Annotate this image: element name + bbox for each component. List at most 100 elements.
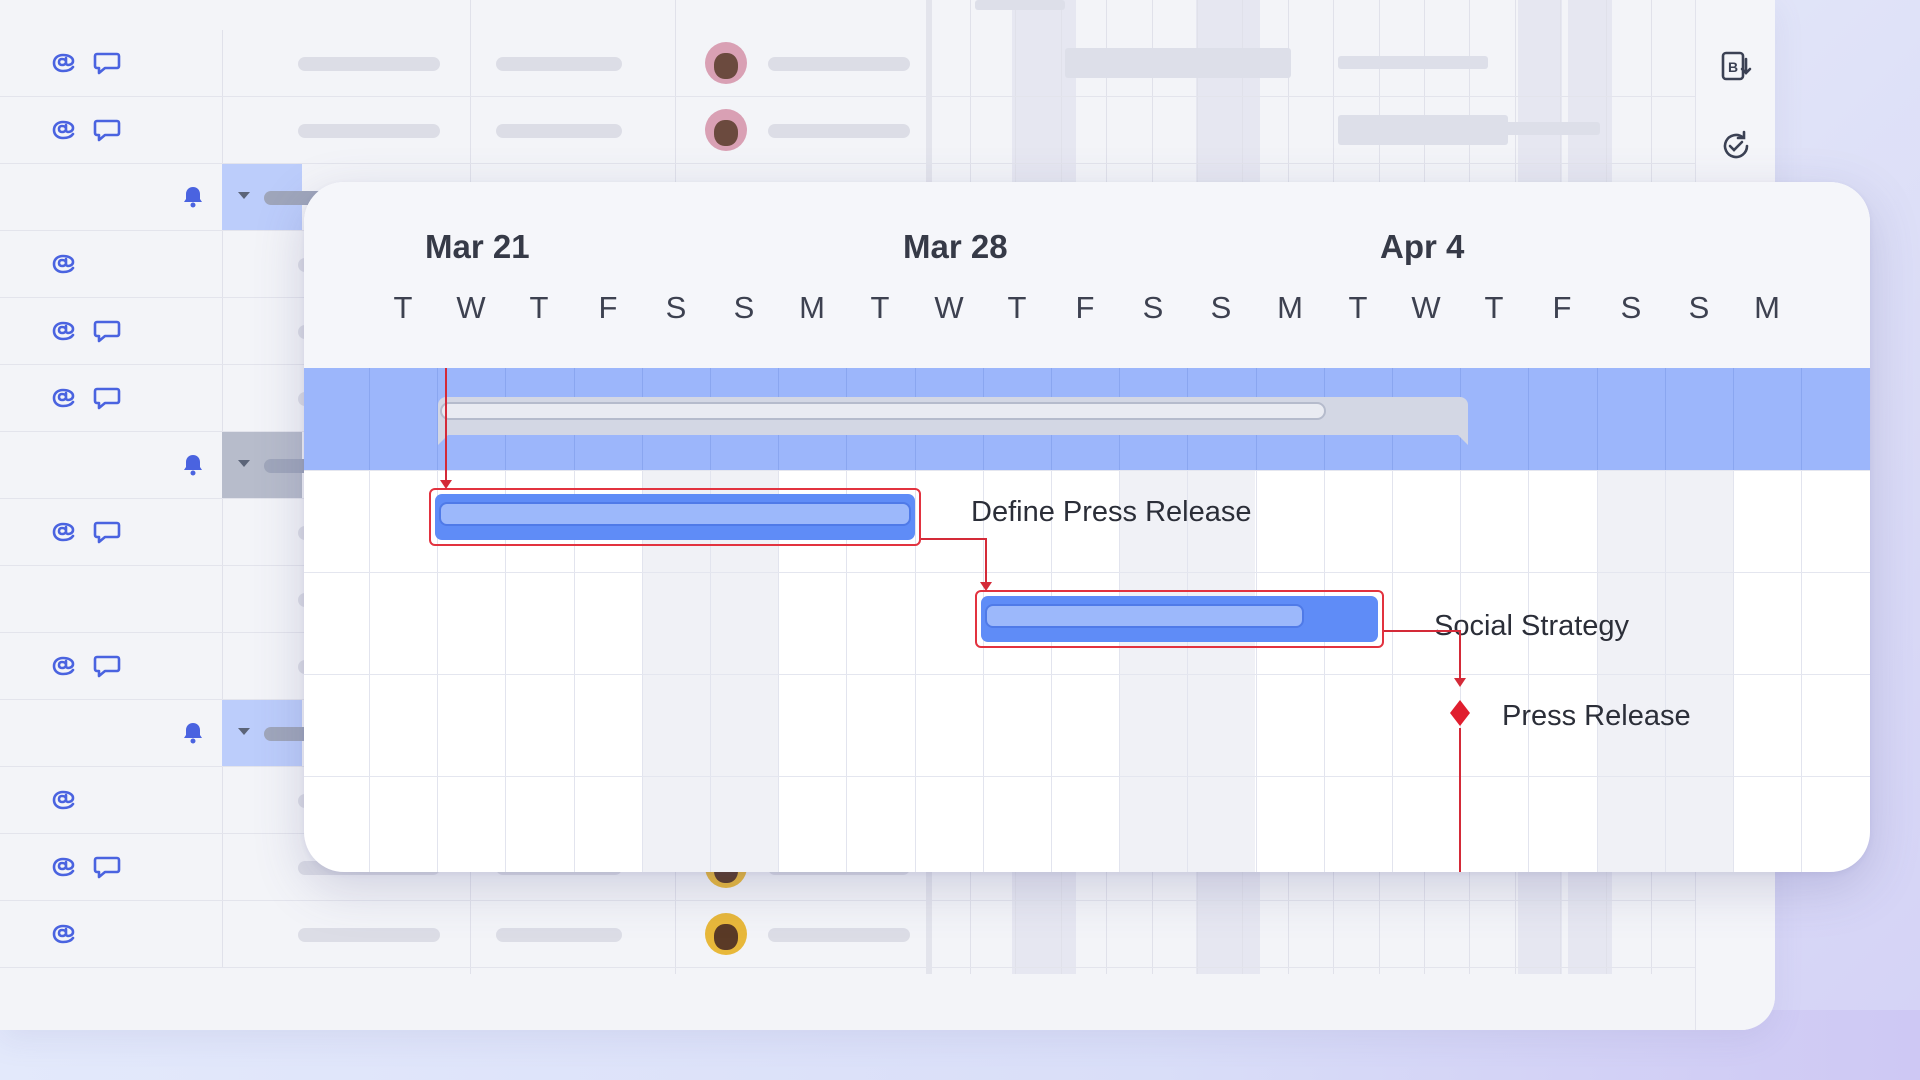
svg-text:B: B xyxy=(1728,59,1738,75)
attachment-icon[interactable] xyxy=(50,117,80,143)
dependency-line xyxy=(1459,630,1461,680)
gantt-chart-card: Mar 21 Mar 28 Apr 4 T W T F S S M T W T F S S M T W T F S S M D… xyxy=(304,182,1870,872)
timeline-header: Mar 21 Mar 28 Apr 4 T W T F S S M T W T F S S M T W T F S S M xyxy=(304,182,1870,368)
selected-row-grid-line xyxy=(369,368,370,470)
comment-icon[interactable] xyxy=(92,318,122,344)
summary-bar-cap xyxy=(1458,435,1468,445)
attachment-icon[interactable] xyxy=(50,251,80,277)
attachment-icon[interactable] xyxy=(50,787,80,813)
selected-row-grid-line xyxy=(1597,368,1598,470)
table-row[interactable] xyxy=(0,901,1695,968)
avatar-face xyxy=(714,120,738,146)
attachment-icon[interactable] xyxy=(50,854,80,880)
day-label: S xyxy=(1688,290,1710,325)
avatar-face xyxy=(714,924,738,950)
assignee-placeholder xyxy=(768,57,910,71)
month-label: Mar 28 xyxy=(903,228,1008,265)
table-row[interactable] xyxy=(0,30,1695,97)
day-label: S xyxy=(665,290,687,325)
comment-icon[interactable] xyxy=(92,854,122,880)
selected-row-grid-line xyxy=(1801,368,1802,470)
day-label: T xyxy=(393,290,413,325)
bell-icon[interactable] xyxy=(178,452,208,478)
row-icon-cell xyxy=(0,566,223,632)
row-divider xyxy=(304,776,1870,777)
comment-icon[interactable] xyxy=(92,385,122,411)
sync-icon[interactable] xyxy=(1718,128,1754,164)
day-label: T xyxy=(1348,290,1368,325)
dependency-arrow xyxy=(1454,678,1466,687)
day-label: W xyxy=(934,290,964,325)
day-label: S xyxy=(733,290,755,325)
row-icon-cell xyxy=(0,767,223,833)
comment-icon[interactable] xyxy=(92,117,122,143)
day-label: W xyxy=(456,290,486,325)
cell-placeholder xyxy=(496,928,622,942)
selected-row-grid-line xyxy=(1665,368,1666,470)
attachment-icon[interactable] xyxy=(50,921,80,947)
day-label: F xyxy=(598,290,618,325)
task-label: Social Strategy xyxy=(1434,610,1630,642)
day-label: T xyxy=(1484,290,1504,325)
day-label: S xyxy=(1142,290,1164,325)
cell-placeholder xyxy=(298,124,440,138)
day-label: T xyxy=(529,290,549,325)
dependency-arrow xyxy=(440,480,452,489)
comment-icon[interactable] xyxy=(92,519,122,545)
day-label: M xyxy=(1754,290,1780,325)
assignee-placeholder xyxy=(768,928,910,942)
dependency-line xyxy=(985,538,987,584)
month-label: Mar 21 xyxy=(425,228,530,265)
task-progress xyxy=(439,502,911,526)
bell-icon[interactable] xyxy=(178,184,208,210)
day-label: M xyxy=(799,290,825,325)
timeline-bar xyxy=(975,0,1065,10)
selected-row-grid-line xyxy=(1733,368,1734,470)
cell-placeholder xyxy=(496,57,622,71)
summary-progress xyxy=(440,402,1326,420)
dependency-line xyxy=(445,368,447,482)
task-label: Define Press Release xyxy=(971,496,1252,528)
assignee-placeholder xyxy=(768,124,910,138)
row-divider xyxy=(304,674,1870,675)
attachment-icon[interactable] xyxy=(50,318,80,344)
day-label: M xyxy=(1277,290,1303,325)
bell-icon[interactable] xyxy=(178,720,208,746)
attachment-icon[interactable] xyxy=(50,385,80,411)
cell-placeholder xyxy=(298,57,440,71)
row-divider xyxy=(304,572,1870,573)
dependency-line xyxy=(1459,728,1461,872)
table-row[interactable] xyxy=(0,97,1695,164)
day-label: F xyxy=(1075,290,1095,325)
expand-caret-icon[interactable] xyxy=(238,192,250,199)
attachment-icon[interactable] xyxy=(50,519,80,545)
expand-caret-icon[interactable] xyxy=(238,728,250,735)
expand-caret-icon[interactable] xyxy=(238,460,250,467)
day-label: F xyxy=(1552,290,1572,325)
selected-row-grid-line xyxy=(1528,368,1529,470)
dependency-line xyxy=(921,538,987,540)
comment-icon[interactable] xyxy=(92,653,122,679)
comment-icon[interactable] xyxy=(92,50,122,76)
month-label: Apr 4 xyxy=(1380,228,1465,265)
cell-placeholder xyxy=(298,928,440,942)
avatar[interactable] xyxy=(705,913,747,955)
avatar[interactable] xyxy=(705,42,747,84)
task-progress xyxy=(985,604,1304,628)
row-divider xyxy=(304,470,1870,471)
avatar[interactable] xyxy=(705,109,747,151)
dependency-line xyxy=(1384,630,1460,632)
avatar-face xyxy=(714,53,738,79)
baseline-icon[interactable]: B xyxy=(1718,48,1754,84)
day-label: T xyxy=(870,290,890,325)
attachment-icon[interactable] xyxy=(50,653,80,679)
day-label: T xyxy=(1007,290,1027,325)
day-label: S xyxy=(1210,290,1232,325)
cell-placeholder xyxy=(496,124,622,138)
day-label: S xyxy=(1620,290,1642,325)
row-icon-cell xyxy=(0,231,223,297)
row-icon-cell xyxy=(0,901,223,967)
milestone-diamond[interactable] xyxy=(1450,700,1470,726)
attachment-icon[interactable] xyxy=(50,50,80,76)
milestone-label: Press Release xyxy=(1502,700,1691,732)
